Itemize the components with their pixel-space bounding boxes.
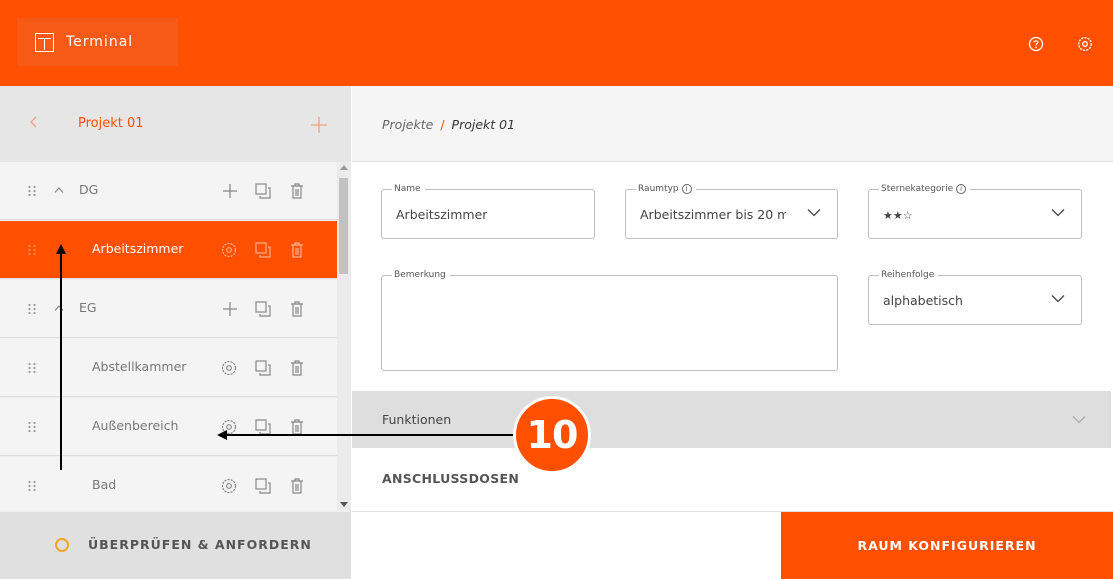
raumtyp-select[interactable]: Raumtyp i Arbeitszimmer bis 20 m	[625, 183, 838, 239]
list-item-bad[interactable]: Bad	[0, 457, 337, 510]
duplicate-icon[interactable]	[254, 300, 272, 318]
list-scrollbar[interactable]	[337, 162, 351, 510]
add-icon[interactable]	[221, 182, 239, 200]
breadcrumb-root[interactable]: Projekte	[382, 117, 433, 132]
project-sidebar: Projekt 01 DG Arbeitszimmer EG Abstellka…	[0, 86, 351, 579]
settings-icon[interactable]	[220, 477, 238, 495]
chevron-up-icon[interactable]	[54, 186, 64, 194]
breadcrumb-current: Projekt 01	[451, 117, 516, 132]
list-item-arbeitszimmer[interactable]: Arbeitszimmer	[0, 221, 337, 279]
duplicate-icon[interactable]	[254, 241, 272, 259]
duplicate-icon[interactable]	[254, 182, 272, 200]
drag-handle-icon[interactable]	[27, 479, 37, 493]
list-item-label: EG	[79, 300, 97, 315]
help-icon[interactable]	[1028, 36, 1044, 52]
info-icon[interactable]: i	[681, 184, 692, 194]
trash-icon[interactable]	[288, 241, 306, 259]
reihenfolge-field-value: alphabetisch	[883, 293, 963, 308]
scroll-up-arrow-icon[interactable]	[340, 165, 348, 170]
add-icon[interactable]	[221, 300, 239, 318]
review-request-button[interactable]: ÜBERPRÜFEN & ANFORDERN	[0, 512, 351, 579]
list-item-label: Arbeitszimmer	[92, 241, 184, 256]
name-field[interactable]: Name Arbeitszimmer	[381, 183, 595, 239]
trash-icon[interactable]	[288, 418, 306, 436]
step-number-badge: 10	[513, 396, 591, 474]
funktionen-label: Funktionen	[382, 412, 452, 427]
info-icon[interactable]: i	[956, 184, 967, 194]
list-item-abstellkammer[interactable]: Abstellkammer	[0, 339, 337, 397]
app-logo[interactable]: Terminal	[17, 18, 178, 66]
reihenfolge-field-label: Reihenfolge	[879, 269, 939, 281]
sternekategorie-field-label: Sternekategorie i	[879, 183, 971, 195]
project-name[interactable]: Projekt 01	[78, 116, 144, 131]
breadcrumb-separator: /	[440, 117, 445, 132]
trash-icon[interactable]	[288, 300, 306, 318]
chevron-down-icon	[1051, 209, 1065, 217]
name-field-value: Arbeitszimmer	[396, 207, 488, 222]
duplicate-icon[interactable]	[254, 418, 272, 436]
list-item-aussenbereich[interactable]: Außenbereich	[0, 398, 337, 456]
name-field-label: Name	[392, 183, 425, 195]
app-name: Terminal	[66, 34, 134, 50]
project-header: Projekt 01	[0, 86, 351, 162]
settings-icon[interactable]	[220, 241, 238, 259]
star-rating-value: ★★☆	[883, 209, 913, 222]
duplicate-icon[interactable]	[254, 359, 272, 377]
list-item-dg[interactable]: DG	[0, 162, 337, 220]
list-item-eg[interactable]: EG	[0, 280, 337, 338]
breadcrumb: Projekte / Projekt 01	[382, 117, 515, 132]
raumtyp-field-label: Raumtyp i	[636, 183, 696, 195]
room-list: DG Arbeitszimmer EG Abstellkammer Außenb…	[0, 162, 337, 510]
chevron-up-icon[interactable]	[54, 304, 64, 312]
settings-icon[interactable]	[220, 418, 238, 436]
drag-handle-icon[interactable]	[27, 361, 37, 375]
bemerkung-field-label: Bemerkung	[392, 269, 450, 281]
funktionen-section-toggle[interactable]: Funktionen	[352, 391, 1111, 448]
drag-handle-icon[interactable]	[27, 420, 37, 434]
status-circle-icon	[55, 538, 69, 552]
app-header: Terminal	[0, 0, 1113, 86]
breadcrumb-bar: Projekte / Projekt 01	[352, 86, 1113, 162]
chevron-down-icon[interactable]	[1072, 415, 1086, 424]
trash-icon[interactable]	[288, 182, 306, 200]
list-item-label: Außenbereich	[92, 418, 179, 433]
list-item-label: Bad	[92, 477, 117, 492]
drag-handle-icon[interactable]	[27, 243, 37, 257]
drag-handle-icon[interactable]	[27, 184, 37, 198]
scrollbar-thumb[interactable]	[339, 178, 348, 274]
anschlussdosen-heading: ANSCHLUSSDOSEN	[382, 471, 520, 486]
trash-icon[interactable]	[288, 359, 306, 377]
list-item-label: Abstellkammer	[92, 359, 187, 374]
chevron-left-icon[interactable]	[28, 115, 40, 129]
terminal-logo-icon	[35, 32, 54, 52]
chevron-down-icon	[807, 209, 821, 217]
settings-icon[interactable]	[220, 359, 238, 377]
add-icon[interactable]	[310, 116, 328, 134]
scroll-down-arrow-icon[interactable]	[340, 502, 348, 507]
settings-icon[interactable]	[1077, 36, 1093, 52]
review-request-label: ÜBERPRÜFEN & ANFORDERN	[88, 537, 312, 552]
list-item-label: DG	[79, 182, 99, 197]
reihenfolge-select[interactable]: Reihenfolge alphabetisch	[868, 269, 1082, 325]
duplicate-icon[interactable]	[254, 477, 272, 495]
chevron-down-icon	[1051, 295, 1065, 303]
configure-room-button[interactable]: RAUM KONFIGURIEREN	[781, 512, 1113, 579]
trash-icon[interactable]	[288, 477, 306, 495]
sternekategorie-select[interactable]: Sternekategorie i ★★☆	[868, 183, 1082, 239]
bemerkung-textarea[interactable]: Bemerkung	[381, 269, 838, 371]
drag-handle-icon[interactable]	[27, 302, 37, 316]
raumtyp-field-value: Arbeitszimmer bis 20 m	[640, 207, 786, 222]
